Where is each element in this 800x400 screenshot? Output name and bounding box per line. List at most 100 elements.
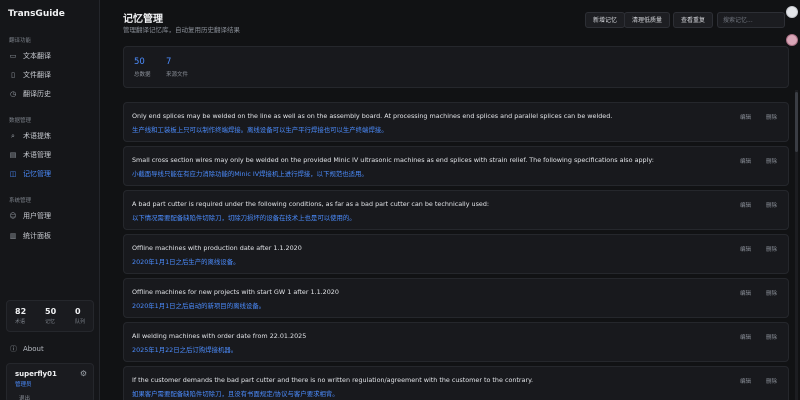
stat-terms: 82 术语	[15, 307, 26, 325]
memory-row: Only end splices may be welded on the li…	[123, 102, 789, 142]
history-icon: ◷	[9, 90, 17, 98]
stat-queue: 0 队列	[75, 307, 85, 325]
memory-source: Offline machines for new projects with s…	[132, 288, 339, 296]
summary-value: 50	[134, 57, 145, 67]
memory-source: Small cross section wires may only be we…	[132, 156, 654, 164]
delete-button[interactable]: 删除	[766, 157, 777, 165]
edit-button[interactable]: 编辑	[740, 113, 751, 121]
file-icon: ▯	[11, 71, 15, 79]
sidebar-item-stats[interactable]: ▥ 统计面板	[6, 228, 92, 244]
sidebar-item-label: 术语提炼	[23, 132, 51, 140]
sidebar-item-history[interactable]: ◷ 翻译历史	[6, 86, 92, 102]
stat-label: 术语	[15, 319, 26, 325]
edit-button[interactable]: 编辑	[740, 333, 751, 341]
sidebar-item-label: 统计面板	[23, 232, 51, 240]
view-duplicates-button[interactable]: 查看重复	[673, 12, 714, 28]
memory-target: 2025年1月22日之后订购焊接机器。	[132, 346, 238, 354]
sidebar: TransGuide 翻译功能 ▭ 文本翻译 ▯ 文件翻译 ◷ 翻译历史 数据管…	[0, 0, 100, 400]
sidebar-item-users[interactable]: ☺ 用户管理	[6, 208, 92, 224]
page-subtitle: 管理翻译记忆库，自动复用历史翻译结果	[123, 26, 240, 34]
section-system: 系统管理	[9, 198, 32, 204]
floating-avatar[interactable]	[786, 6, 798, 18]
user-name: superfly01	[15, 370, 57, 378]
edit-button[interactable]: 编辑	[740, 245, 751, 253]
memory-row: Offline machines with production date af…	[123, 234, 789, 274]
summary-label: 总数据	[134, 72, 151, 78]
memory-row: Offline machines for new projects with s…	[123, 278, 789, 318]
edit-button[interactable]: 编辑	[740, 289, 751, 297]
logout-button[interactable]: 退出	[19, 394, 30, 400]
delete-button[interactable]: 删除	[766, 333, 777, 341]
memory-source: All welding machines with order date fro…	[132, 332, 307, 340]
sidebar-item-label: 文本翻译	[23, 52, 51, 60]
chat-icon: ▭	[9, 52, 17, 60]
memory-source: A bad part cutter is required under the …	[132, 200, 490, 208]
summary-value: 7	[166, 57, 172, 67]
memory-target: 以下情况需要配备缺陷件切除刀，切除刀损坏的设备在技术上也是可以使用的。	[132, 214, 356, 222]
summary-card: 50 总数据 7 来源文件	[123, 46, 789, 88]
memory-source: If the customer demands the bad part cut…	[132, 376, 533, 384]
section-data: 数据管理	[9, 118, 32, 124]
sidebar-item-term-extract[interactable]: ⌕ 术语提炼	[6, 128, 92, 144]
scrollbar[interactable]	[795, 90, 798, 400]
sidebar-item-label: 翻译历史	[23, 90, 51, 98]
add-memory-button[interactable]: 新增记忆	[585, 12, 626, 28]
scroll-thumb[interactable]	[795, 92, 798, 152]
user-card: superfly01 管理员 ⚙ 退出	[6, 363, 94, 400]
memory-row: Small cross section wires may only be we…	[123, 146, 789, 186]
summary-label: 来源文件	[166, 72, 189, 78]
stat-value: 82	[15, 307, 27, 316]
about-link[interactable]: ⓘ About	[10, 344, 44, 354]
user-role: 管理员	[15, 382, 32, 388]
delete-button[interactable]: 删除	[766, 201, 777, 209]
sidebar-stats: 82 术语 50 记忆 0 队列	[6, 300, 94, 332]
sidebar-item-memory-manage[interactable]: ◫ 记忆管理	[6, 166, 92, 182]
sidebar-item-term-manage[interactable]: ▤ 术语管理	[6, 147, 92, 163]
edit-button[interactable]: 编辑	[740, 201, 751, 209]
main-content: 记忆管理 管理翻译记忆库，自动复用历史翻译结果 新增记忆 清理低质量 查看重复 …	[101, 0, 800, 400]
memory-row: All welding machines with order date fro…	[123, 322, 789, 362]
memory-row: A bad part cutter is required under the …	[123, 190, 789, 230]
section-translate: 翻译功能	[9, 38, 32, 44]
delete-button[interactable]: 删除	[766, 113, 777, 121]
memory-source: Only end splices may be welded on the li…	[132, 112, 613, 120]
sidebar-item-label: 术语管理	[23, 151, 51, 159]
stat-label: 队列	[75, 319, 86, 325]
delete-button[interactable]: 删除	[766, 377, 777, 385]
sidebar-item-file-translate[interactable]: ▯ 文件翻译	[6, 67, 92, 83]
memory-target: 2020年1月1日之后生产的离线设备。	[132, 258, 240, 266]
sidebar-item-label: 文件翻译	[23, 71, 51, 79]
stat-memories: 50 记忆	[45, 307, 56, 325]
memory-row: If the customer demands the bad part cut…	[123, 366, 789, 400]
info-icon: ⓘ	[10, 345, 17, 353]
summary-total: 50 总数据	[134, 57, 151, 78]
about-label: About	[23, 345, 44, 353]
app-brand: TransGuide	[8, 9, 65, 19]
chart-icon: ▥	[9, 232, 17, 240]
memory-target: 如果客户需要配备缺陷件切除刀，且没有书面规定/协议与客户要求相背。	[132, 390, 339, 398]
sidebar-item-label: 记忆管理	[23, 170, 51, 178]
search-input[interactable]	[717, 12, 785, 28]
extract-icon: ⌕	[11, 132, 15, 140]
stat-label: 记忆	[45, 319, 56, 325]
memory-icon: ◫	[9, 170, 17, 178]
sidebar-item-label: 用户管理	[23, 212, 51, 220]
sidebar-item-text-translate[interactable]: ▭ 文本翻译	[6, 48, 92, 64]
book-icon: ▤	[9, 151, 17, 159]
delete-button[interactable]: 删除	[766, 245, 777, 253]
users-icon: ☺	[9, 212, 17, 220]
stat-value: 50	[45, 307, 57, 316]
edit-button[interactable]: 编辑	[740, 157, 751, 165]
memory-target: 生产线和工装板上只可以制作终端焊接。离线设备可以生产平行焊接也可以生产终端焊接。	[132, 126, 388, 134]
memory-source: Offline machines with production date af…	[132, 244, 302, 252]
page-title: 记忆管理	[123, 14, 163, 25]
memory-target: 2020年1月1日之后启动的新项目的离线设备。	[132, 302, 266, 310]
floating-avatar-2[interactable]	[786, 34, 798, 46]
edit-button[interactable]: 编辑	[740, 377, 751, 385]
stat-value: 0	[75, 307, 81, 316]
memory-target: 小截面导线只能在有应力消除功能的Minic IV焊接机上进行焊接，以下规范也适用…	[132, 170, 368, 178]
clean-low-quality-button[interactable]: 清理低质量	[624, 12, 671, 28]
summary-source-files: 7 来源文件	[166, 57, 188, 78]
delete-button[interactable]: 删除	[766, 289, 777, 297]
gear-icon[interactable]: ⚙	[80, 369, 87, 378]
